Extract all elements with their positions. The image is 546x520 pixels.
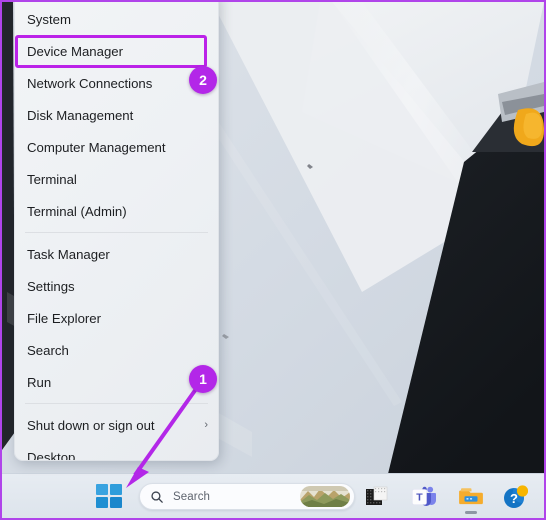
menu-item-label: System xyxy=(27,11,71,27)
menu-separator xyxy=(25,232,208,233)
menu-item-search[interactable]: Search xyxy=(15,334,218,366)
microsoft-teams-icon[interactable]: T xyxy=(411,484,437,510)
menu-item-run[interactable]: Run xyxy=(15,366,218,398)
menu-item-label: Settings xyxy=(27,278,75,294)
menu-item-device-manager[interactable]: Device Manager xyxy=(15,35,218,67)
menu-item-file-explorer[interactable]: File Explorer xyxy=(15,302,218,334)
menu-item-label: Computer Management xyxy=(27,139,166,155)
taskbar-search-box[interactable]: Search xyxy=(139,483,355,510)
start-button[interactable] xyxy=(96,484,122,508)
badge-label: 1 xyxy=(199,371,207,387)
running-app-indicator xyxy=(465,511,477,514)
menu-item-task-manager[interactable]: Task Manager xyxy=(15,238,218,270)
menu-item-label: Task Manager xyxy=(27,246,110,262)
svg-text:T: T xyxy=(416,492,423,504)
menu-item-label: Shut down or sign out xyxy=(27,417,155,433)
file-explorer-icon[interactable] xyxy=(458,484,484,510)
menu-item-label: Terminal (Admin) xyxy=(27,203,127,219)
menu-separator xyxy=(25,403,208,404)
menu-item-system[interactable]: System xyxy=(15,3,218,35)
menu-item-label: Terminal xyxy=(27,171,77,187)
menu-item-settings[interactable]: Settings xyxy=(15,270,218,302)
menu-item-computer-management[interactable]: Computer Management xyxy=(15,131,218,163)
winx-menu-list: System Device Manager Network Connection… xyxy=(15,2,218,461)
screen: Search T ? System Device Manager Network… xyxy=(0,0,546,520)
menu-item-label: Device Manager xyxy=(27,43,124,59)
menu-item-shut-down-or-sign-out[interactable]: Shut down or sign out › xyxy=(15,409,218,441)
windows-logo-icon xyxy=(110,484,122,495)
windows-logo-icon xyxy=(96,497,108,508)
menu-item-network-connections[interactable]: Network Connections xyxy=(15,67,218,99)
menu-item-terminal-admin[interactable]: Terminal (Admin) xyxy=(15,195,218,227)
menu-item-label: Desktop xyxy=(27,449,76,461)
annotation-badge-1: 1 xyxy=(189,365,217,393)
svg-text:?: ? xyxy=(510,491,518,506)
search-thumbnail-image xyxy=(300,486,350,507)
menu-item-label: File Explorer xyxy=(27,310,102,326)
menu-item-label: Disk Management xyxy=(27,107,134,123)
file-explorer-dark-icon[interactable] xyxy=(364,484,390,510)
search-icon xyxy=(150,490,164,504)
windows-logo-icon xyxy=(110,497,122,508)
search-placeholder: Search xyxy=(173,490,211,503)
get-help-icon[interactable]: ? xyxy=(502,484,528,510)
menu-item-label: Search xyxy=(27,342,69,358)
menu-item-label: Network Connections xyxy=(27,75,153,91)
winx-context-menu: System Device Manager Network Connection… xyxy=(14,2,219,461)
menu-item-label: Run xyxy=(27,374,52,390)
menu-item-desktop[interactable]: Desktop xyxy=(15,441,218,461)
badge-label: 2 xyxy=(199,72,207,88)
annotation-badge-2: 2 xyxy=(189,66,217,94)
menu-item-terminal[interactable]: Terminal xyxy=(15,163,218,195)
chevron-right-icon: › xyxy=(204,418,208,431)
windows-logo-icon xyxy=(96,484,108,495)
menu-item-disk-management[interactable]: Disk Management xyxy=(15,99,218,131)
